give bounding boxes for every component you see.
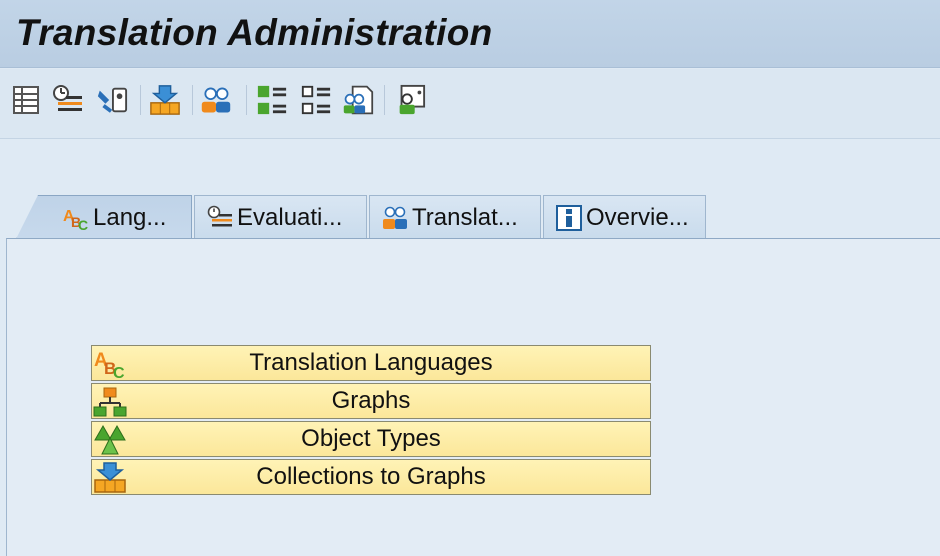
languages-icon: ABC — [94, 350, 125, 380]
collection-icon[interactable] — [149, 83, 181, 117]
info-icon — [556, 204, 582, 231]
button-label: Collections to Graphs — [256, 463, 486, 490]
tab-label: Evaluati... — [237, 203, 343, 231]
evaluation-icon — [207, 205, 232, 226]
user-settings-icon[interactable] — [394, 83, 426, 117]
tab-translators[interactable]: Translat... — [369, 195, 541, 239]
collections-to-graphs-button[interactable]: Collections to Graphs — [91, 459, 651, 495]
languages-icon: ABC — [63, 208, 88, 231]
hierarchy-icon — [93, 387, 127, 417]
tab-label: Lang... — [93, 203, 167, 231]
list-icon[interactable] — [10, 83, 42, 117]
tools-icon[interactable] — [96, 83, 128, 117]
object-types-icon — [94, 424, 126, 455]
page-title: Translation Administration — [16, 12, 493, 53]
users-icon — [383, 206, 407, 229]
object-list-empty-icon[interactable] — [300, 83, 332, 117]
tab-languages[interactable]: ABC Lang... — [16, 195, 192, 239]
tab-evaluations[interactable]: Evaluati... — [194, 195, 367, 239]
object-list-icon[interactable] — [256, 83, 288, 117]
button-label: Graphs — [331, 387, 411, 414]
application-toolbar — [0, 69, 940, 139]
document-users-icon[interactable] — [342, 83, 374, 117]
svg-text:C: C — [113, 365, 125, 380]
tab-label: Translat... — [412, 203, 518, 231]
users-icon[interactable] — [200, 83, 232, 117]
collection-icon — [94, 462, 126, 493]
object-types-button[interactable]: Object Types — [91, 421, 651, 457]
translation-languages-button[interactable]: ABC Translation Languages — [91, 345, 651, 381]
button-label: Object Types — [301, 425, 441, 452]
tab-overview[interactable]: Overvie... — [543, 195, 706, 239]
graphs-button[interactable]: Graphs — [91, 383, 651, 419]
tab-strip: ABC Lang... Evaluati... Translat... Over… — [0, 195, 940, 239]
title-bar: Translation Administration — [0, 0, 940, 68]
tab-label: Overvie... — [586, 203, 689, 231]
evaluation-icon[interactable] — [52, 83, 84, 117]
button-label: Translation Languages — [249, 349, 493, 376]
svg-text:C: C — [78, 217, 88, 231]
